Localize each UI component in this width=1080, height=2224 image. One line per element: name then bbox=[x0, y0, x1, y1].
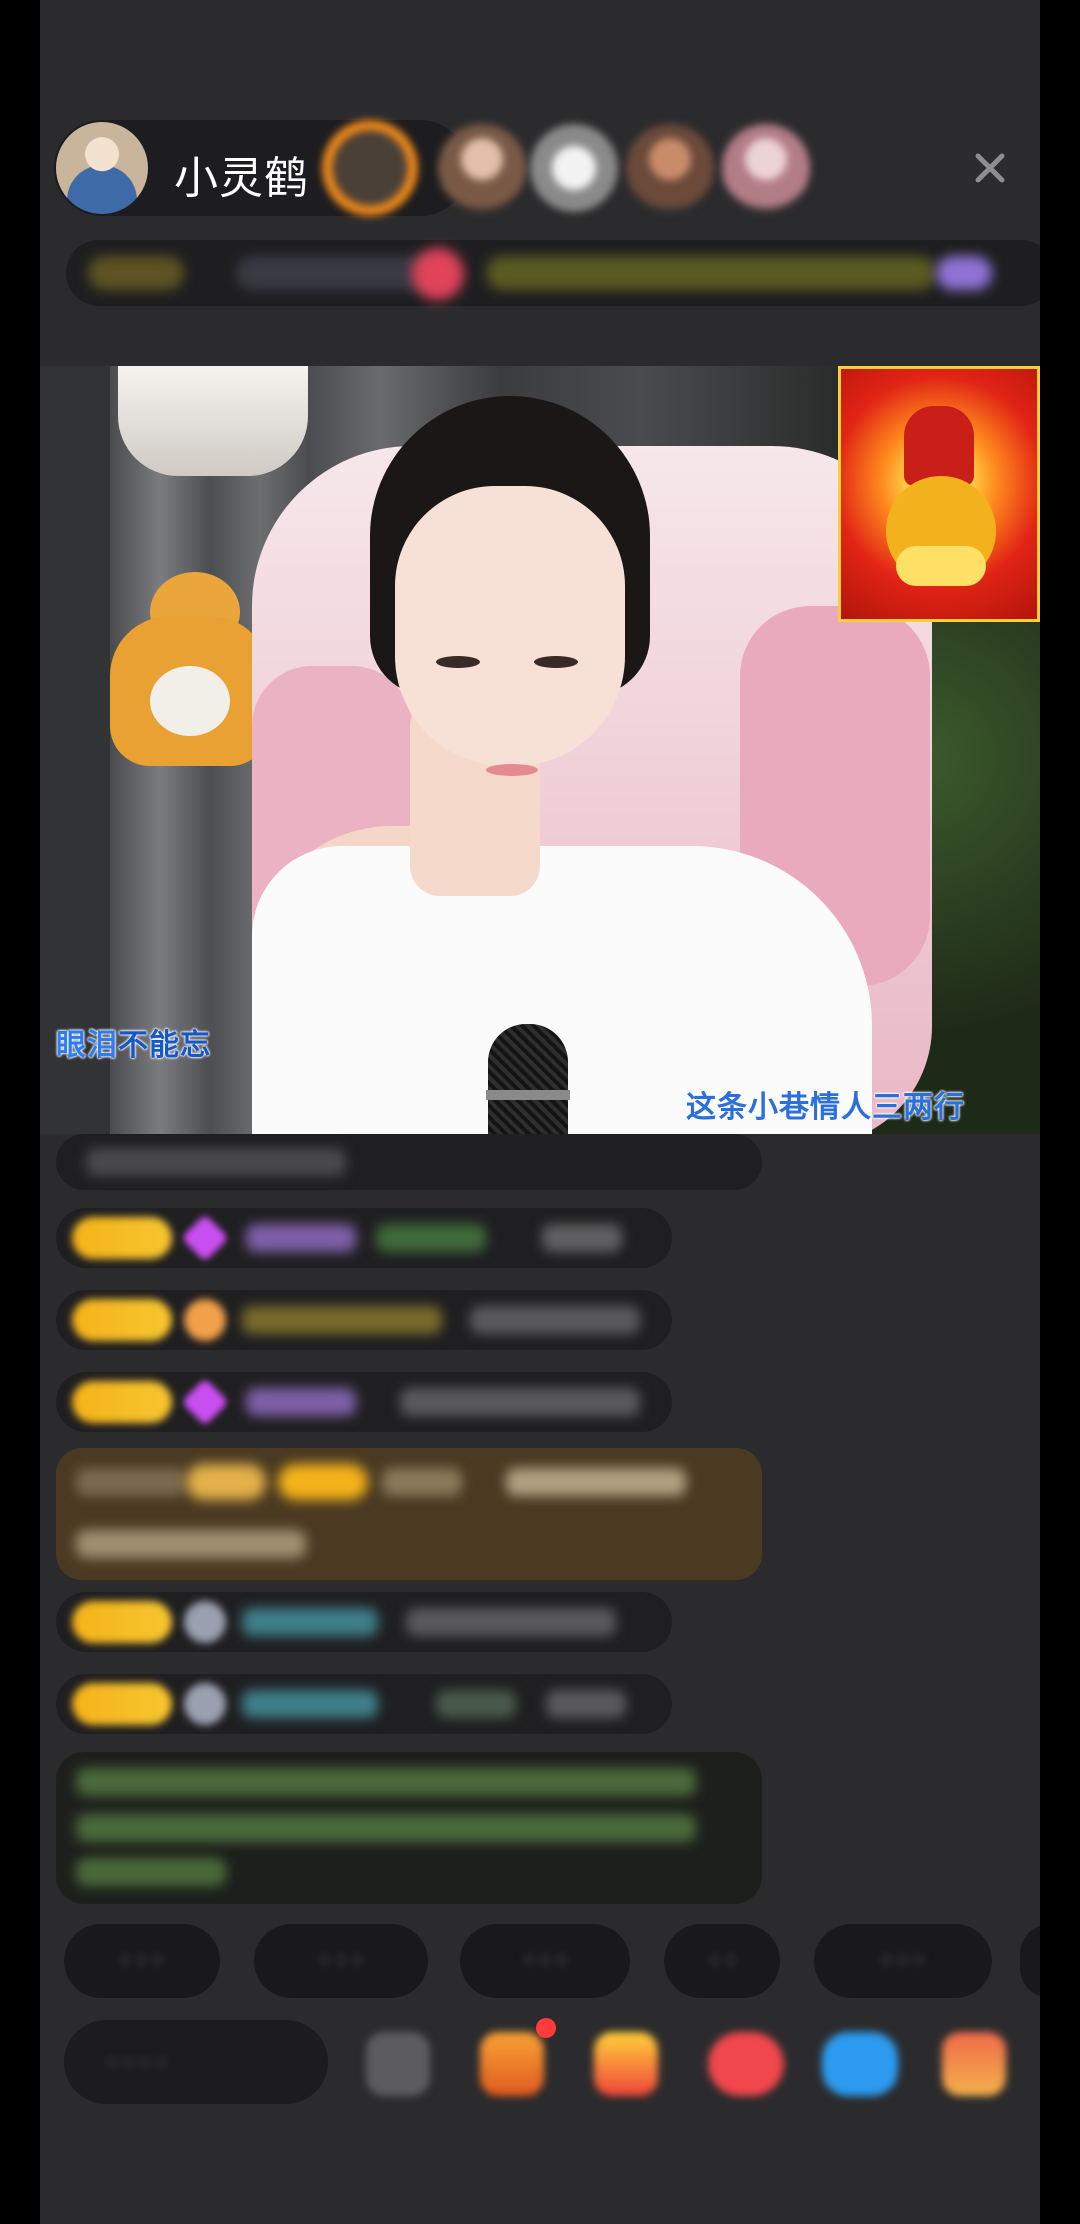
quick-reply-2[interactable]: · · · bbox=[254, 1924, 428, 1998]
rank-chip[interactable] bbox=[88, 256, 184, 290]
event-icon[interactable] bbox=[936, 256, 992, 290]
comment-input[interactable]: · · · · bbox=[64, 2020, 328, 2104]
notification-dot bbox=[536, 2018, 556, 2038]
lyric-line-left: 眼泪不能忘 bbox=[56, 1020, 211, 1064]
live-video[interactable]: 眼泪不能忘 这条小巷情人三两行 bbox=[40, 366, 1040, 1134]
close-icon[interactable] bbox=[970, 148, 1010, 188]
chat-message-6[interactable] bbox=[56, 1674, 672, 1734]
live-room: 小灵鹤 眼泪不能忘 这条小巷情人三两行 · · · · · · · · · · … bbox=[40, 0, 1040, 2224]
quick-reply-6[interactable] bbox=[1020, 1924, 1040, 1998]
lyric-left-part1: 眼泪 bbox=[56, 1028, 118, 1063]
lyric-left-part2: 不能忘 bbox=[118, 1028, 211, 1063]
quick-reply-4[interactable]: · · bbox=[664, 1924, 780, 1998]
quick-reply-3[interactable]: · · · bbox=[460, 1924, 630, 1998]
chat-message-4[interactable] bbox=[56, 1372, 672, 1432]
streamer-eye-left bbox=[436, 656, 480, 668]
streamer-lips bbox=[486, 764, 538, 776]
lyric-line-right: 这条小巷情人三两行 bbox=[686, 1090, 965, 1125]
heart-icon[interactable] bbox=[708, 2032, 784, 2096]
quick-reply-5[interactable]: · · · bbox=[814, 1924, 992, 1998]
microphone-band bbox=[486, 1090, 570, 1100]
viewer-avatar-1[interactable] bbox=[322, 120, 418, 216]
activity-icon[interactable] bbox=[412, 248, 464, 300]
sticker-base bbox=[896, 546, 986, 586]
fan-club-icon[interactable] bbox=[594, 2032, 658, 2096]
sticker-figure-hat bbox=[904, 406, 974, 486]
lamp bbox=[118, 366, 308, 476]
game-icon[interactable] bbox=[822, 2032, 898, 2096]
gift-box-icon[interactable] bbox=[480, 2032, 544, 2096]
chat-message-2[interactable] bbox=[56, 1208, 672, 1268]
microphone bbox=[488, 1024, 568, 1134]
viewer-avatar-2[interactable] bbox=[438, 124, 526, 212]
curtain-left bbox=[40, 366, 110, 1134]
duck-toy-belly bbox=[150, 666, 230, 736]
event-banner[interactable] bbox=[486, 256, 936, 290]
host-name[interactable]: 小灵鹤 bbox=[174, 142, 309, 206]
streamer-face bbox=[395, 486, 625, 766]
system-notice bbox=[56, 1752, 762, 1904]
host-avatar[interactable] bbox=[56, 122, 148, 214]
chat-message-1[interactable] bbox=[56, 1134, 762, 1190]
popularity-chip[interactable] bbox=[236, 256, 436, 290]
viewer-avatar-3[interactable] bbox=[530, 124, 618, 212]
viewer-avatar-4[interactable] bbox=[626, 124, 714, 212]
streamer-eye-right bbox=[534, 656, 578, 668]
viewer-avatar-5[interactable] bbox=[722, 124, 810, 212]
more-icon[interactable] bbox=[942, 2032, 1006, 2096]
chat-message-3[interactable] bbox=[56, 1290, 672, 1350]
gift-message[interactable] bbox=[56, 1448, 762, 1580]
quick-reply-1[interactable]: · · · bbox=[64, 1924, 220, 1998]
emoji-icon[interactable] bbox=[366, 2032, 430, 2096]
chat-message-5[interactable] bbox=[56, 1592, 672, 1652]
